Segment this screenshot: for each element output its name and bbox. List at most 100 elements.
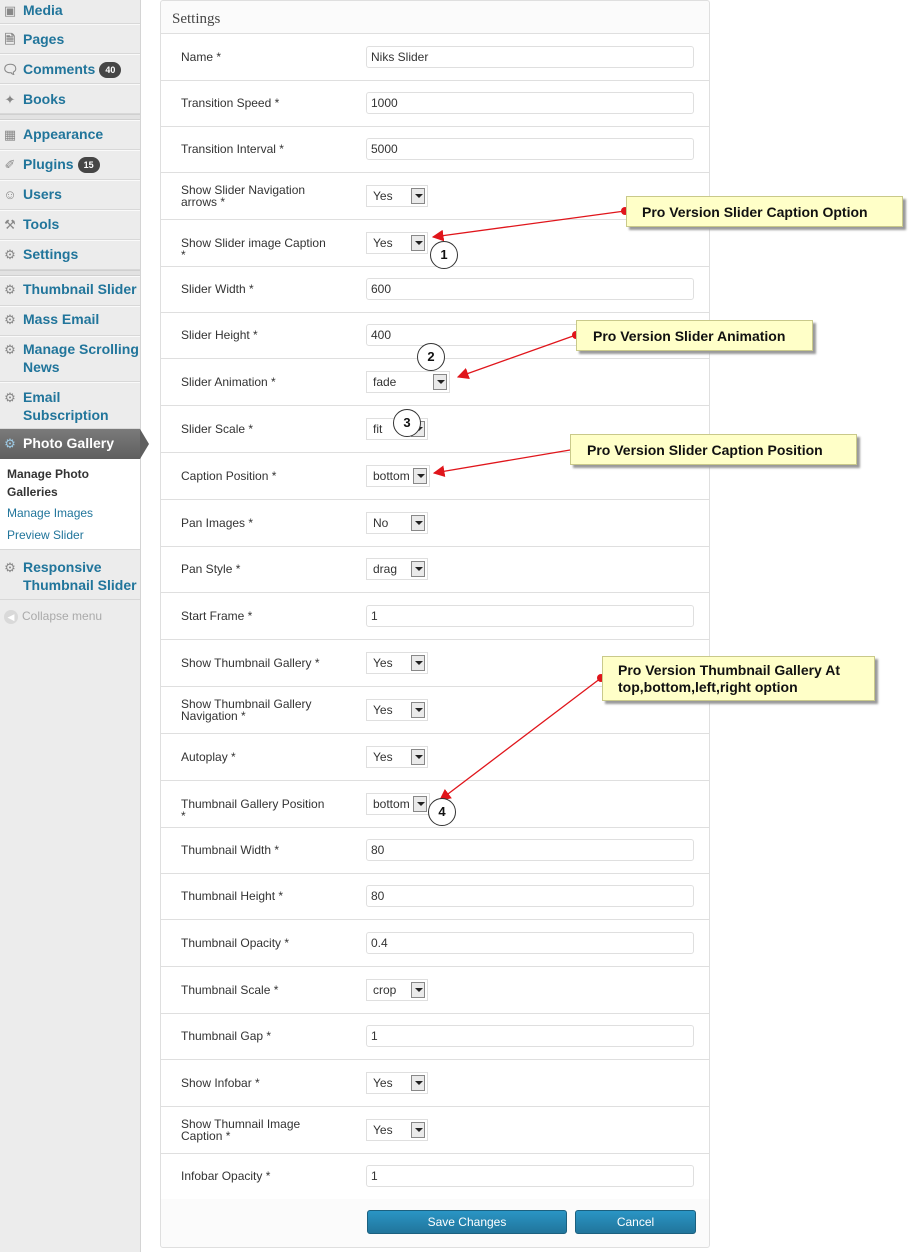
cancel-button[interactable]: Cancel [575,1210,696,1234]
thumbnail-gallery-position-select[interactable]: bottom [366,793,430,815]
sidebar-item-photo-gallery[interactable]: ⚙ Photo Gallery [0,429,140,459]
thumbnail-height-input[interactable]: 80 [366,885,694,907]
select-value: fade [373,375,397,389]
dropdown-arrow-icon[interactable] [411,1075,425,1091]
submenu-manage-photo-galleries[interactable]: Manage Photo Galleries [7,465,89,501]
sidebar-item-plugins[interactable]: ✐ Plugins 15 [0,150,140,180]
sidebar-item-media[interactable]: ▣ Media [0,0,140,24]
infobar-opacity-input[interactable]: 1 [366,1165,694,1187]
select-value: bottom [373,469,410,483]
form-row: Transition Interval * 5000 [161,126,709,172]
sidebar-item-mass-email[interactable]: ⚙ Mass Email [0,306,140,336]
sidebar-item-manage-scrolling-news[interactable]: ⚙ Manage Scrolling News [0,336,140,382]
field-label: Autoplay * [181,750,236,764]
comments-icon: 🗨 [2,62,19,77]
media-icon: ▣ [3,3,17,18]
select-value: Yes [373,189,393,203]
dropdown-arrow-icon[interactable] [411,188,425,204]
form-row: Thumbnail Scale * crop [161,966,709,1013]
users-icon: ☺ [3,187,17,202]
gear-icon: ⚙ [4,390,16,405]
show-slider-navigation-arrows-select[interactable]: Yes [366,185,428,207]
select-value: Yes [373,750,393,764]
caption-position-select[interactable]: bottom [366,465,430,487]
slider-width-input[interactable]: 600 [366,278,694,300]
show-infobar-select[interactable]: Yes [366,1072,428,1094]
dropdown-arrow-icon[interactable] [433,374,447,390]
field-label: Show Thumnail Image Caption * [181,1117,301,1143]
form-row: Transition Speed * 1000 [161,80,709,126]
autoplay-select[interactable]: Yes [366,746,428,768]
sidebar-item-label: Users [23,186,62,202]
select-value: crop [373,983,397,997]
dropdown-arrow-icon[interactable] [411,235,425,251]
pan-images-select[interactable]: No [366,512,428,534]
form-row: Slider Width * 600 [161,266,709,312]
field-label: Slider Animation * [181,375,276,389]
thumbnail-opacity-input[interactable]: 0.4 [366,932,694,954]
dropdown-arrow-icon[interactable] [411,1122,425,1138]
comments-count-badge: 40 [99,62,122,79]
show-thumbnail-gallery-navigation-select[interactable]: Yes [366,699,428,721]
thumbnail-width-input[interactable]: 80 [366,839,694,861]
show-thumnail-image-caption-select[interactable]: Yes [366,1119,428,1141]
thumbnail-gap-input[interactable]: 1 [366,1025,694,1047]
field-label: Slider Width * [181,282,254,296]
sidebar-item-label: Responsive Thumbnail Slider [23,559,137,593]
submenu-manage-images[interactable]: Manage Images [7,504,93,522]
sidebar-item-settings[interactable]: ⚙ Settings [0,240,140,270]
sidebar-item-comments[interactable]: 🗨 Comments 40 [0,54,140,84]
form-row: Infobar Opacity * 1 [161,1153,709,1199]
dropdown-arrow-icon[interactable] [411,702,425,718]
sidebar-item-label: Books [23,91,66,107]
select-value: drag [373,562,398,576]
pan-style-select[interactable]: drag [366,558,428,580]
callout-caption-position: Pro Version Slider Caption Position [570,434,857,465]
pin-icon: ✦ [4,92,16,107]
sidebar-item-books[interactable]: ✦ Books [0,84,140,114]
name-input[interactable]: Niks Slider [366,46,694,68]
field-label: Infobar Opacity * [181,1169,271,1183]
sidebar-item-users[interactable]: ☺ Users [0,180,140,210]
select-value: Yes [373,703,393,717]
sidebar-item-thumbnail-slider[interactable]: ⚙ Thumbnail Slider [0,276,140,306]
form-row: Thumbnail Gap * 1 [161,1013,709,1059]
collapse-menu[interactable]: ◀ Collapse menu [4,609,102,624]
photo-gallery-submenu: Manage Photo Galleries Manage Images Prev… [0,459,140,550]
sidebar-item-responsive-thumbnail-slider[interactable]: ⚙ Responsive Thumbnail Slider [0,552,140,600]
form-row: Pan Images * No [161,499,709,546]
transition-speed-input[interactable]: 1000 [366,92,694,114]
sidebar-item-label: Comments 40 [23,60,122,79]
sidebar-item-email-subscription[interactable]: ⚙ Email Subscription [0,382,140,429]
save-changes-button[interactable]: Save Changes [367,1210,567,1234]
sidebar-item-label: Thumbnail Slider [23,281,137,297]
sidebar-item-label: Pages [23,31,65,47]
dropdown-arrow-icon[interactable] [411,749,425,765]
sidebar-item-tools[interactable]: ⚒ Tools [0,210,140,240]
gear-icon: ⚙ [4,436,16,451]
select-value: Yes [373,656,393,670]
dropdown-arrow-icon[interactable] [413,796,427,812]
submenu-preview-slider[interactable]: Preview Slider [7,526,84,544]
sidebar-item-pages[interactable]: 🗎 Pages [0,24,140,54]
dropdown-arrow-icon[interactable] [411,515,425,531]
thumbnail-scale-select[interactable]: crop [366,979,428,1001]
start-frame-input[interactable]: 1 [366,605,694,627]
dropdown-arrow-icon[interactable] [411,561,425,577]
sidebar-item-label: Media [23,2,63,18]
dropdown-arrow-icon[interactable] [411,982,425,998]
field-label: Name * [181,50,222,64]
form-row: Thumbnail Height * 80 [161,873,709,919]
callout-slider-animation: Pro Version Slider Animation [576,320,813,351]
show-slider-image-caption-select[interactable]: Yes [366,232,428,254]
form-row: Show Thumnail Image Caption * Yes [161,1106,709,1153]
show-thumbnail-gallery-select[interactable]: Yes [366,652,428,674]
gear-icon: ⚙ [4,282,16,297]
sidebar-item-appearance[interactable]: ▦ Appearance [0,120,140,150]
dropdown-arrow-icon[interactable] [411,655,425,671]
dropdown-arrow-icon[interactable] [413,468,427,484]
transition-interval-input[interactable]: 5000 [366,138,694,160]
field-label: Show Infobar * [181,1076,260,1090]
slider-animation-select[interactable]: fade [366,371,450,393]
active-menu-pointer [140,429,149,459]
